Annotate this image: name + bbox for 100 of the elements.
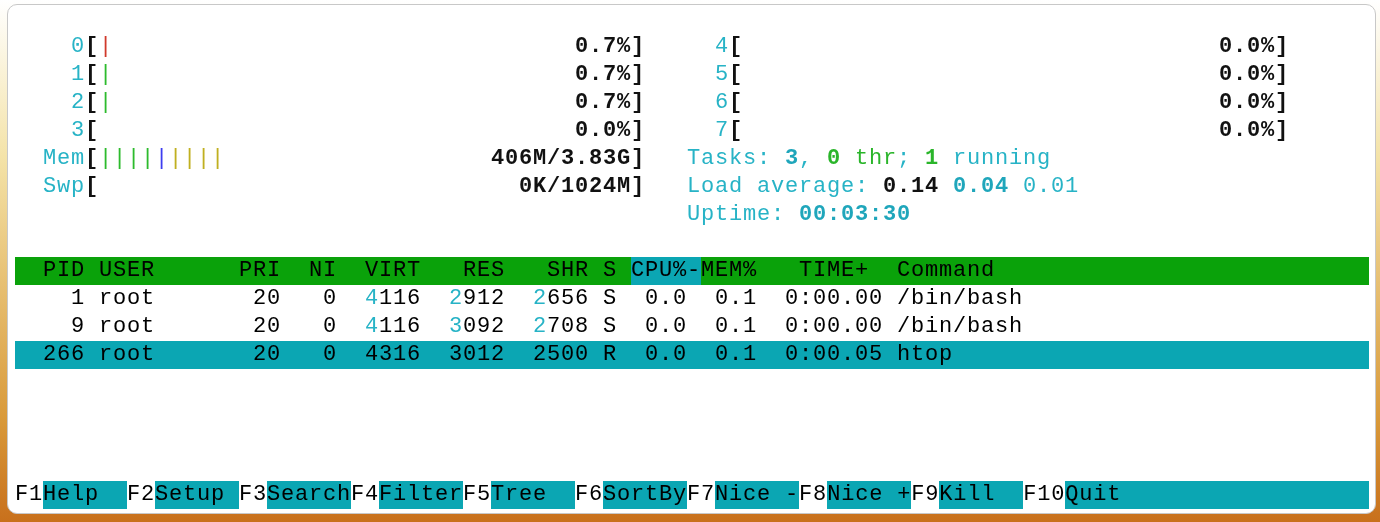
function-key-button[interactable]: Help <box>43 481 127 509</box>
meter-glyphs: |||| <box>99 145 155 173</box>
table-cell-text: S <box>602 285 617 313</box>
table-cell: /bin/bash <box>897 313 1024 341</box>
table-cell-text: 0 <box>322 313 337 341</box>
column-header[interactable]: TIME+ <box>757 257 869 285</box>
column-header[interactable]: USER <box>99 257 225 285</box>
table-cell-text: 2912 <box>447 285 505 313</box>
meter-label: 3 <box>70 117 85 145</box>
table-cell-text: 1 <box>70 285 85 313</box>
column-header[interactable]: CPU%- <box>631 257 701 285</box>
table-cell-text: 2708 <box>531 313 589 341</box>
meter-glyphs: |||| <box>169 145 226 173</box>
process-row[interactable]: 1 root 20 0 4116 2912 2656 S 0.0 0.1 0:00.00 /bin/bash <box>15 285 1369 313</box>
table-cell-text: 20 <box>252 341 281 369</box>
table-cell-text: root <box>99 285 156 313</box>
table-cell-text: 0.0 <box>644 313 687 341</box>
meter-bracket: ] <box>1275 61 1289 89</box>
table-cell-text: 20 <box>252 313 281 341</box>
meter-label: 0 <box>70 33 85 61</box>
table-cell-text: 0:00.00 <box>784 285 883 313</box>
column-header[interactable]: RES <box>421 257 505 285</box>
table-cell-text: 3012 <box>448 341 505 369</box>
column-header[interactable]: MEM% <box>701 257 757 285</box>
key-hint: F9 <box>911 481 940 509</box>
meter-label: 5 <box>714 61 729 89</box>
process-row[interactable]: 9 root 20 0 4116 3092 2708 S 0.0 0.1 0:00.00 /bin/bash <box>15 313 1369 341</box>
table-cell-text: S <box>602 313 617 341</box>
function-key-button[interactable]: Quit <box>1065 481 1369 509</box>
table-cell-text: 0.0 <box>644 341 687 369</box>
meter-bracket: ] <box>631 145 645 173</box>
column-header[interactable]: SHR <box>505 257 589 285</box>
meter-value: 0.7% <box>575 61 631 89</box>
meter-bracket: ] <box>1275 33 1289 61</box>
table-cell-text: 20 <box>252 285 281 313</box>
meter-label: 7 <box>714 117 729 145</box>
meter-value: 0.7% <box>575 89 631 117</box>
table-cell-text: 3092 <box>447 313 505 341</box>
meter-value: 0K/1024M <box>518 173 631 201</box>
table-cell-text: 266 <box>42 341 85 369</box>
key-hint: F10 <box>1023 481 1066 509</box>
meter-glyphs: | <box>99 33 113 61</box>
meter-glyphs: | <box>155 145 170 173</box>
meter-value: 0.0% <box>1219 61 1275 89</box>
meter-bracket: ] <box>631 89 645 117</box>
meter-bracket: ] <box>1275 89 1289 117</box>
table-cell-text: 0.1 <box>714 285 757 313</box>
meter-value: 0.0% <box>1219 89 1275 117</box>
meter-bracket: [ <box>85 117 99 145</box>
table-cell-text: 9 <box>70 313 85 341</box>
table-cell-text: 0:00.05 <box>784 341 883 369</box>
status-line: Tasks: 3, 0 thr; 1 running <box>687 145 1052 173</box>
meter-bracket: [ <box>729 33 743 61</box>
key-hint: F7 <box>687 481 716 509</box>
process-row[interactable]: 266 root 20 0 4316 3012 2500 R 0.0 0.1 0:00.05 htop <box>15 341 1369 369</box>
meter-bracket: [ <box>729 89 743 117</box>
column-header[interactable]: NI <box>281 257 337 285</box>
column-header[interactable]: PID <box>15 257 85 285</box>
function-key-button[interactable]: Tree <box>491 481 576 509</box>
status-line: Uptime: 00:03:30 <box>687 201 912 229</box>
meter-bracket: [ <box>85 173 99 201</box>
key-hint: F8 <box>799 481 828 509</box>
meter-label: Swp <box>42 173 85 201</box>
meter-bracket: ] <box>631 33 645 61</box>
meter-value: 0.0% <box>1219 33 1275 61</box>
function-key-button[interactable]: SortBy <box>603 481 688 509</box>
key-hint: F2 <box>127 481 156 509</box>
meter-bracket: ] <box>631 61 645 89</box>
meter-label: 4 <box>714 33 729 61</box>
meter-label: 2 <box>70 89 85 117</box>
meter-value: 0.0% <box>1219 117 1275 145</box>
column-header[interactable]: S <box>589 257 617 285</box>
meter-value: 0.7% <box>575 33 631 61</box>
table-cell-text: 0.1 <box>714 313 757 341</box>
meter-bracket: ] <box>1275 117 1289 145</box>
table-cell: htop <box>897 341 953 369</box>
column-header[interactable]: PRI <box>225 257 281 285</box>
function-key-button[interactable]: Nice - <box>715 481 800 509</box>
meter-bracket: [ <box>85 89 99 117</box>
column-header[interactable]: VIRT <box>337 257 421 285</box>
table-cell-text: 0 <box>322 285 337 313</box>
function-key-button[interactable]: Kill <box>939 481 1024 509</box>
status-line: Load average: 0.14 0.04 0.01 <box>687 173 1080 201</box>
meter-value: 406M/3.83G <box>490 145 631 173</box>
column-header[interactable]: Command <box>897 257 995 285</box>
function-key-button[interactable]: Filter <box>379 481 464 509</box>
key-hint: F1 <box>15 481 43 509</box>
meter-bracket: [ <box>85 145 99 173</box>
meter-label: 6 <box>714 89 729 117</box>
function-key-button[interactable]: Nice + <box>827 481 912 509</box>
key-hint: F3 <box>239 481 268 509</box>
function-key-button[interactable]: Setup <box>155 481 240 509</box>
meter-bracket: ] <box>631 173 645 201</box>
meter-bracket: [ <box>85 33 99 61</box>
meter-bracket: ] <box>631 117 645 145</box>
meter-label: Mem <box>42 145 85 173</box>
table-cell-text: 4316 <box>364 341 421 369</box>
key-hint: F4 <box>351 481 380 509</box>
function-key-button[interactable]: Search <box>267 481 352 509</box>
table-cell-text: 4116 <box>363 313 421 341</box>
